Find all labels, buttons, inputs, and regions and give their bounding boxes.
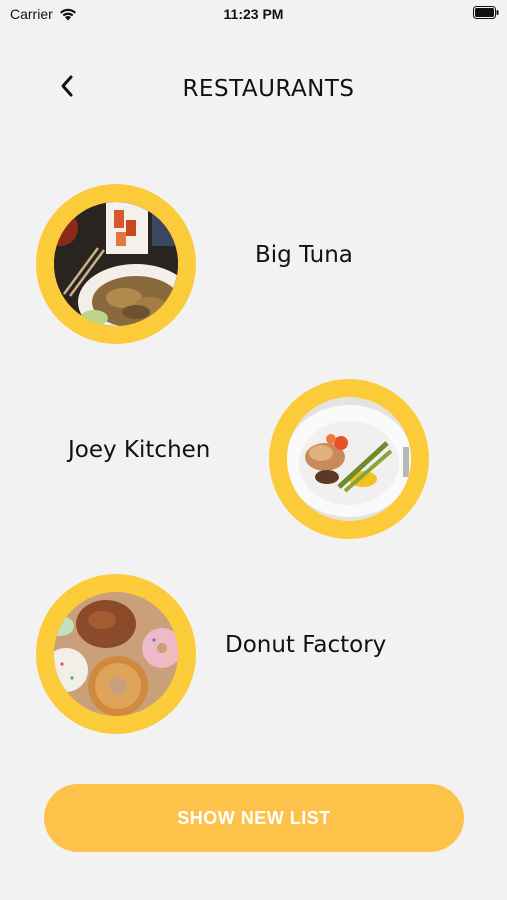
show-new-list-button[interactable]: SHOW NEW LIST xyxy=(44,784,464,852)
status-bar: Carrier 11:23 PM xyxy=(0,0,507,28)
restaurant-photo xyxy=(287,397,411,521)
restaurant-photo xyxy=(54,202,178,326)
restaurant-image-ring xyxy=(36,184,196,344)
restaurant-item-donut-factory[interactable]: Donut Factory xyxy=(0,574,507,734)
page-title: RESTAURANTS xyxy=(182,76,355,102)
restaurant-name: Joey Kitchen xyxy=(68,437,211,463)
restaurant-photo xyxy=(54,592,178,716)
clock: 11:23 PM xyxy=(223,6,284,22)
restaurant-item-joey-kitchen[interactable]: Joey Kitchen xyxy=(0,379,507,539)
restaurant-image-ring xyxy=(36,574,196,734)
battery-icon xyxy=(473,6,499,19)
restaurant-image-ring xyxy=(269,379,429,539)
restaurant-name: Big Tuna xyxy=(255,242,353,268)
restaurant-name: Donut Factory xyxy=(225,632,387,658)
restaurant-item-big-tuna[interactable]: Big Tuna xyxy=(0,184,507,344)
